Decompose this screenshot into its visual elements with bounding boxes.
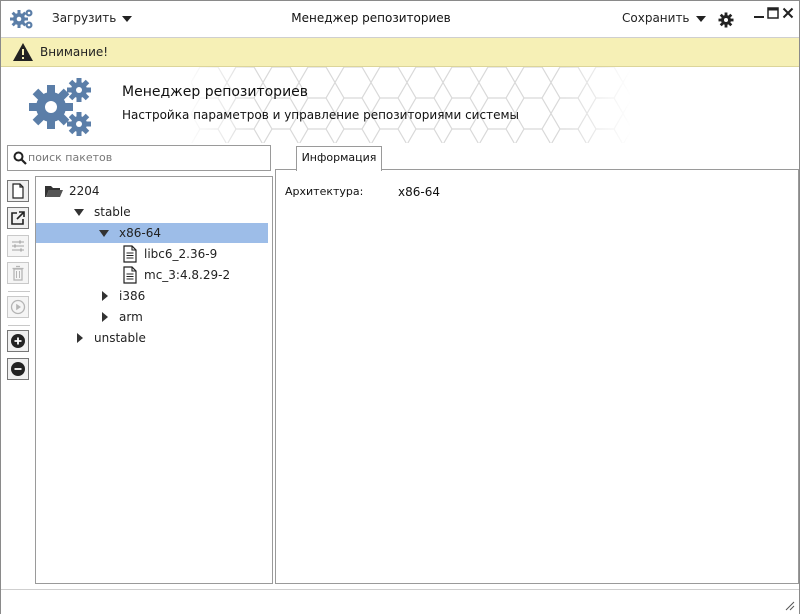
tab-info-label: Информация xyxy=(301,151,377,164)
minus-circle-icon xyxy=(11,362,25,376)
play-icon xyxy=(10,299,26,315)
header-banner: Менеджер репозиториев Настройка параметр… xyxy=(1,67,799,143)
tree-label: libc6_2.36-9 xyxy=(144,247,218,261)
save-menu-button[interactable]: Сохранить xyxy=(622,11,706,25)
tree-label: arm xyxy=(119,310,143,324)
document-icon xyxy=(123,245,137,263)
save-menu-label: Сохранить xyxy=(622,11,690,25)
app-window: Загрузить Менеджер репозиториев Сохранит… xyxy=(0,0,800,614)
warning-bar: Внимание! xyxy=(1,38,799,67)
header-title: Менеджер репозиториев xyxy=(122,84,309,100)
tree-node-stable[interactable]: stable xyxy=(36,202,270,222)
tree-node-2204[interactable]: 2204 xyxy=(36,181,270,201)
folder-open-icon xyxy=(45,186,63,197)
tree-node-unstable[interactable]: unstable xyxy=(36,328,270,348)
tree-node-package[interactable]: mc_3:4.8.29-2 xyxy=(36,265,270,285)
gears-logo-icon xyxy=(29,78,91,136)
minimize-icon[interactable] xyxy=(753,7,765,19)
tree-label: x86-64 xyxy=(119,226,161,240)
tree-node-arm[interactable]: arm xyxy=(36,307,270,327)
expanded-triangle-icon xyxy=(99,230,109,237)
side-toolbar xyxy=(6,178,33,388)
tree-label: 2204 xyxy=(69,184,100,198)
plus-circle-icon xyxy=(11,334,25,348)
resize-grip-icon[interactable] xyxy=(783,599,795,611)
info-panel: Архитектура: x86-64 xyxy=(275,169,799,584)
tree-label: mc_3:4.8.29-2 xyxy=(144,268,231,282)
document-icon xyxy=(123,266,137,284)
architecture-label: Архитектура: xyxy=(285,185,364,198)
open-external-icon xyxy=(11,211,25,225)
collapse-button[interactable] xyxy=(7,358,29,380)
search-box xyxy=(7,145,271,171)
expanded-triangle-icon xyxy=(74,209,84,216)
collapsed-triangle-icon xyxy=(102,312,108,322)
repository-tree: 2204 stable x86-64 libc6_2.36-9 mc_3:4.8… xyxy=(35,176,273,584)
new-file-button[interactable] xyxy=(7,180,29,202)
tree-node-package[interactable]: libc6_2.36-9 xyxy=(36,244,270,264)
search-input[interactable] xyxy=(28,148,264,166)
chevron-down-icon xyxy=(695,15,706,22)
tree-node-x86-64[interactable]: x86-64 xyxy=(36,223,268,243)
warning-text: Внимание! xyxy=(40,45,109,59)
tree-node-i386[interactable]: i386 xyxy=(36,286,270,306)
expand-button[interactable] xyxy=(7,330,29,352)
new-file-icon xyxy=(12,183,24,199)
settings-button[interactable] xyxy=(7,235,29,257)
delete-button[interactable] xyxy=(7,262,29,284)
gear-icon[interactable] xyxy=(718,12,734,28)
settings-sliders-icon xyxy=(12,240,24,252)
trash-icon xyxy=(12,265,24,281)
tree-label: i386 xyxy=(119,289,146,303)
status-bar xyxy=(1,589,799,614)
toolbar-divider xyxy=(8,325,30,326)
run-button[interactable] xyxy=(7,296,29,318)
tree-label: stable xyxy=(94,205,131,219)
title-bar: Загрузить Менеджер репозиториев Сохранит… xyxy=(1,1,799,38)
toolbar-divider xyxy=(8,291,30,292)
architecture-value: x86-64 xyxy=(398,185,440,199)
hexagon-background xyxy=(191,67,631,143)
tab-info[interactable]: Информация xyxy=(296,146,382,171)
collapsed-triangle-icon xyxy=(77,333,83,343)
warning-icon xyxy=(13,43,33,61)
collapsed-triangle-icon xyxy=(102,291,108,301)
tree-label: unstable xyxy=(94,331,146,345)
close-icon[interactable] xyxy=(782,7,794,19)
maximize-icon[interactable] xyxy=(767,7,779,19)
open-external-button[interactable] xyxy=(7,207,29,229)
header-subtitle: Настройка параметров и управление репози… xyxy=(122,108,519,122)
search-icon xyxy=(13,151,27,165)
